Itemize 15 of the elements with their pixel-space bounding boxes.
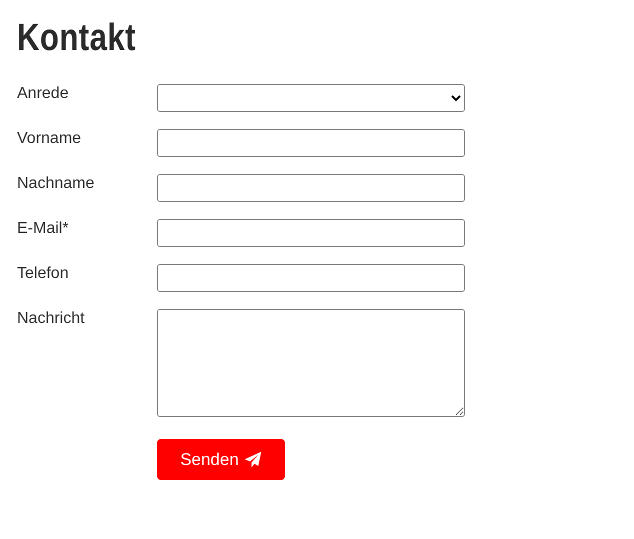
input-field[interactable] [157, 174, 465, 202]
dropdown-field[interactable] [157, 84, 465, 112]
input-field[interactable] [157, 129, 465, 157]
field-label: Anrede [17, 84, 69, 104]
field-label: E-Mail* [17, 219, 69, 239]
send-button[interactable]: Senden [157, 439, 285, 480]
field-label: Vorname [17, 129, 82, 149]
field-label: Telefon [17, 264, 69, 284]
input-field[interactable] [157, 264, 465, 292]
message-field[interactable] [157, 309, 465, 417]
field-label: Nachricht [17, 309, 85, 329]
input-field[interactable] [157, 219, 465, 247]
page-title: Kontakt [17, 16, 136, 61]
field-label: Nachname [17, 174, 94, 194]
paper-plane-icon [244, 450, 262, 468]
